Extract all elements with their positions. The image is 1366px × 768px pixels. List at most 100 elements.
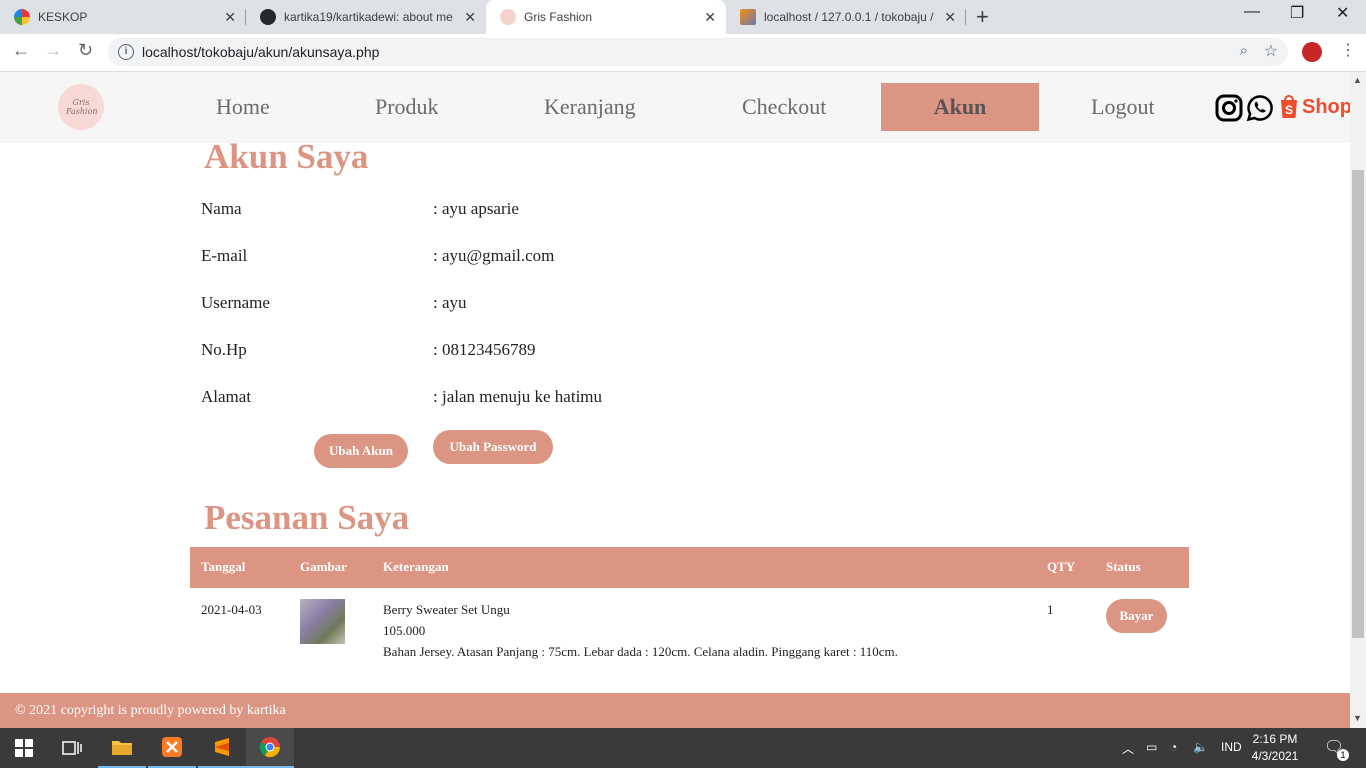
browser-toolbar: ← → ↻ i localhost/tokobaju/akun/akunsaya… bbox=[0, 34, 1366, 72]
nav-produk[interactable]: Produk bbox=[375, 94, 439, 120]
column-header-gambar: Gambar bbox=[300, 559, 347, 574]
window-close-icon[interactable]: ✕ bbox=[1336, 3, 1349, 23]
reload-icon[interactable]: ↻ bbox=[78, 40, 93, 61]
url-text[interactable]: localhost/tokobaju/akun/akunsaya.php bbox=[142, 44, 379, 60]
nav-checkout[interactable]: Checkout bbox=[742, 94, 826, 120]
battery-icon[interactable]: ▭ bbox=[1146, 740, 1157, 754]
column-header-qty: QTY bbox=[1047, 559, 1076, 574]
forward-icon[interactable]: → bbox=[44, 40, 62, 61]
close-tab-icon[interactable]: ✕ bbox=[224, 9, 236, 26]
back-icon[interactable]: ← bbox=[12, 40, 30, 61]
site-header: Gris Fashion Home Produk Keranjang Check… bbox=[0, 72, 1363, 143]
browser-tab[interactable]: KESKOP ✕ bbox=[0, 0, 246, 34]
product-description: Bahan Jersey. Atasan Panjang : 75cm. Leb… bbox=[383, 644, 898, 659]
browser-tab[interactable]: kartika19/kartikadewi: about me ✕ bbox=[246, 0, 486, 34]
close-tab-icon[interactable]: ✕ bbox=[704, 9, 716, 26]
column-header-status: Status bbox=[1106, 559, 1141, 574]
nav-home[interactable]: Home bbox=[216, 94, 270, 120]
new-tab-button[interactable]: + bbox=[976, 4, 989, 30]
site-footer: © 2021 copyright is proudly powered by k… bbox=[0, 693, 1350, 728]
minimize-icon[interactable]: — bbox=[1244, 3, 1260, 21]
browser-tab-active[interactable]: Gris Fashion ✕ bbox=[486, 0, 726, 34]
language-indicator[interactable]: IND bbox=[1221, 740, 1242, 754]
nav-akun[interactable]: Akun bbox=[881, 83, 1039, 131]
zoom-icon[interactable]: ⌕ bbox=[1240, 42, 1248, 59]
tab-separator bbox=[965, 9, 966, 25]
field-label-email: E-mail bbox=[201, 246, 248, 265]
site-info-icon[interactable]: i bbox=[118, 44, 134, 60]
xampp-icon bbox=[162, 737, 182, 757]
windows-taskbar: ︿ ▭ ◔ 🔈 IND 2:16 PM 4/3/2021 🗨 1 bbox=[0, 728, 1366, 768]
scroll-up-icon[interactable]: ▲ bbox=[1353, 75, 1362, 85]
order-date: 2021-04-03 bbox=[201, 602, 262, 617]
github-favicon-icon bbox=[260, 9, 276, 25]
browser-tab[interactable]: localhost / 127.0.0.1 / tokobaju / ✕ bbox=[726, 0, 966, 34]
edit-account-button[interactable]: Ubah Akun bbox=[314, 434, 408, 468]
table-header: Tanggal Gambar Keterangan QTY Status bbox=[190, 547, 1189, 588]
table-row: 2021-04-03 Berry Sweater Set Ungu 105.00… bbox=[190, 588, 1189, 668]
site-logo[interactable]: Gris Fashion bbox=[58, 84, 104, 130]
close-tab-icon[interactable]: ✕ bbox=[464, 9, 476, 26]
windows-logo-icon bbox=[15, 739, 33, 757]
task-view-button[interactable] bbox=[48, 728, 96, 768]
change-password-button[interactable]: Ubah Password bbox=[433, 430, 553, 464]
gris-fashion-favicon-icon bbox=[500, 9, 516, 25]
product-thumbnail[interactable] bbox=[300, 599, 345, 644]
field-label-nohp: No.Hp bbox=[201, 340, 247, 359]
field-label-alamat: Alamat bbox=[201, 387, 252, 406]
clock-date: 4/3/2021 bbox=[1251, 749, 1299, 763]
system-clock[interactable]: 2:16 PM 4/3/2021 bbox=[1245, 731, 1305, 765]
tab-title: kartika19/kartikadewi: about me bbox=[284, 10, 453, 24]
chrome-button[interactable] bbox=[246, 728, 294, 768]
sublime-text-icon bbox=[215, 738, 229, 756]
field-value-nohp: : 08123456789 bbox=[433, 340, 536, 359]
svg-text:S: S bbox=[1285, 103, 1293, 117]
account-title: Akun Saya bbox=[204, 137, 369, 176]
product-price: 105.000 bbox=[383, 623, 426, 638]
logo-text: Gris Fashion bbox=[66, 98, 98, 116]
folder-icon bbox=[112, 741, 132, 755]
address-bar[interactable]: i localhost/tokobaju/akun/akunsaya.php ⌕… bbox=[108, 38, 1288, 66]
show-hidden-icons-icon[interactable]: ︿ bbox=[1122, 740, 1134, 757]
chrome-icon bbox=[259, 737, 281, 758]
notification-count-badge: 1 bbox=[1337, 749, 1349, 761]
phpmyadmin-favicon-icon bbox=[740, 9, 756, 25]
file-explorer-button[interactable] bbox=[98, 728, 146, 768]
close-tab-icon[interactable]: ✕ bbox=[944, 9, 956, 26]
column-header-tanggal: Tanggal bbox=[201, 559, 246, 574]
shopee-bag-icon[interactable]: S bbox=[1278, 92, 1300, 120]
instagram-icon[interactable] bbox=[1215, 94, 1243, 122]
bookmark-star-icon[interactable]: ☆ bbox=[1264, 41, 1278, 61]
whatsapp-icon[interactable] bbox=[1246, 94, 1274, 122]
profile-avatar[interactable] bbox=[1302, 42, 1322, 62]
browser-menu-icon[interactable]: ⋮ bbox=[1340, 40, 1356, 60]
field-value-alamat: : jalan menuju ke hatimu bbox=[433, 387, 603, 406]
order-qty: 1 bbox=[1047, 602, 1054, 617]
scrollbar-thumb[interactable] bbox=[1352, 170, 1364, 638]
keskop-favicon-icon bbox=[14, 9, 30, 25]
tab-title: Gris Fashion bbox=[524, 10, 593, 24]
tab-title: localhost / 127.0.0.1 / tokobaju / bbox=[764, 10, 934, 24]
column-header-keterangan: Keterangan bbox=[383, 559, 449, 574]
field-value-username: : ayu bbox=[433, 293, 467, 312]
browser-tab-strip: KESKOP ✕ kartika19/kartikadewi: about me… bbox=[0, 0, 1366, 34]
field-label-username: Username bbox=[201, 293, 270, 312]
xampp-button[interactable] bbox=[148, 728, 196, 768]
clock-time: 2:16 PM bbox=[1252, 732, 1298, 746]
field-value-nama: : ayu apsarie bbox=[433, 199, 519, 218]
orders-title: Pesanan Saya bbox=[204, 498, 410, 537]
nav-logout[interactable]: Logout bbox=[1091, 94, 1155, 120]
nav-keranjang[interactable]: Keranjang bbox=[544, 94, 636, 120]
scroll-down-icon[interactable]: ▼ bbox=[1353, 713, 1362, 723]
pay-button[interactable]: Bayar bbox=[1106, 599, 1167, 633]
restore-icon[interactable]: ❐ bbox=[1290, 3, 1304, 23]
tab-title: KESKOP bbox=[38, 10, 88, 24]
sublime-text-button[interactable] bbox=[198, 728, 246, 768]
volume-icon[interactable]: 🔈 bbox=[1193, 740, 1208, 754]
wifi-icon[interactable]: ◔ bbox=[1170, 740, 1177, 754]
footer-copyright: © 2021 copyright is proudly powered by k… bbox=[15, 703, 286, 718]
start-button[interactable] bbox=[0, 728, 48, 768]
field-label-nama: Nama bbox=[201, 199, 242, 218]
orders-table: Tanggal Gambar Keterangan QTY Status 202… bbox=[190, 547, 1189, 668]
task-view-icon bbox=[62, 741, 82, 755]
